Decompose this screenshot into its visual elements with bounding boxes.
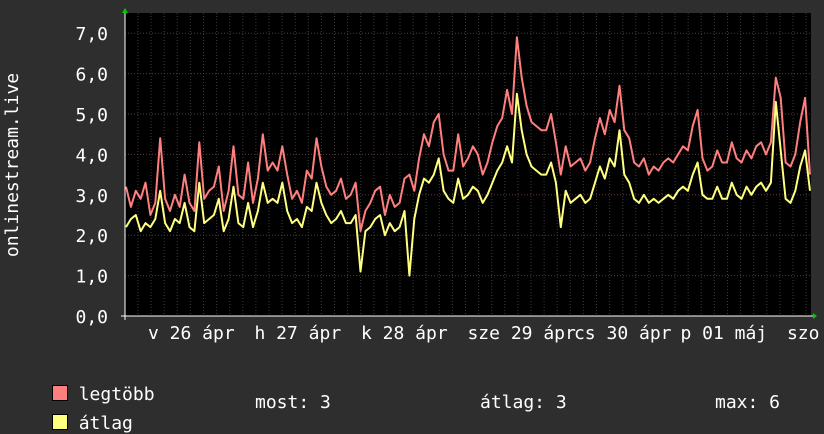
y-axis-title: onlinestream.live [2, 73, 23, 257]
y-tick-label: 3,0 [75, 186, 108, 207]
legend-swatch-avg [51, 414, 68, 430]
x-tick-label: p 01 máj [680, 323, 767, 344]
y-tick-label: 2,0 [75, 226, 108, 247]
y-tick-label: 0,0 [75, 307, 108, 328]
y-tick-label: 4,0 [75, 145, 108, 166]
x-tick-label: sze 29 ápr [467, 323, 576, 344]
plot-background [125, 13, 811, 316]
stat-average: átlag: 3 [480, 392, 567, 413]
x-tick-label: cs 30 ápr [574, 323, 672, 344]
x-tick-label: k 28 ápr [361, 323, 448, 344]
y-tick-label: 1,0 [75, 267, 108, 288]
y-tick-label: 7,0 [75, 24, 108, 45]
legend-row-avg: átlag [30, 392, 133, 434]
legend-label-avg: átlag [78, 413, 133, 434]
stat-maximum: max: 6 [715, 392, 781, 413]
y-tick-label: 6,0 [75, 65, 108, 86]
stat-current: most: 3 [255, 392, 331, 413]
y-axis-arrow [122, 8, 128, 13]
x-tick-label: v 26 ápr [148, 323, 235, 344]
x-tick-label: szo 02 máj [787, 323, 824, 344]
x-axis-arrow [813, 313, 817, 319]
y-tick-labels: 0,0 1,0 2,0 3,0 4,0 5,0 6,0 7,0 [75, 24, 108, 328]
x-tick-label: h 27 ápr [254, 323, 341, 344]
y-tick-label: 5,0 [75, 105, 108, 126]
x-tick-labels: v 26 ápr h 27 ápr k 28 ápr sze 29 áprcs 30 … [148, 323, 824, 344]
